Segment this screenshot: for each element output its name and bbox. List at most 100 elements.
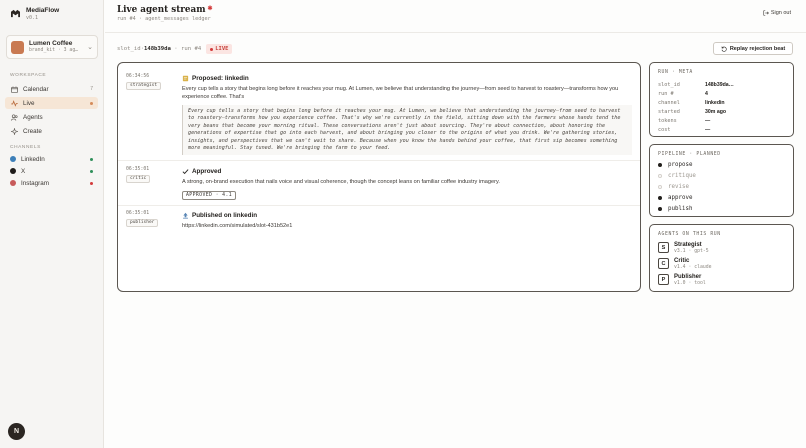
sidebar-item-label: Create — [23, 127, 42, 135]
page-subtitle: run #4 · agent_messages ledger — [117, 16, 211, 22]
entry-title: Published on linkedin — [192, 212, 258, 219]
pulse-icon — [10, 99, 18, 107]
live-label: LIVE — [215, 46, 229, 52]
sign-out-icon — [763, 10, 769, 16]
sparkle-icon — [10, 127, 18, 135]
project-switcher[interactable]: Lumen Coffee brand_kit · 3 ag… ⌄ — [6, 35, 98, 59]
stream-entry: 06:34:56 strategist Proposed: linkedin E… — [126, 74, 632, 160]
card-title: AGENTS ON THIS RUN — [658, 232, 721, 237]
replay-label: Replay rejection beat — [729, 45, 786, 52]
run-meta-card: RUN · META slot_id 148b39da… run # 4 chann… — [649, 62, 794, 137]
pipeline-step: revise — [658, 184, 689, 190]
brand-logo-icon — [11, 9, 20, 18]
channel-status-dot — [90, 169, 93, 173]
agent-version: v1.4 · claude — [674, 265, 712, 270]
active-indicator — [90, 101, 93, 105]
step-label: critique — [668, 173, 696, 179]
pipeline-step: approve — [658, 195, 692, 201]
calendar-count: 7 — [90, 86, 93, 92]
stream-entry: 06:35:01 critic Approved A strong, on-br… — [126, 167, 632, 207]
replay-rejection-button[interactable]: Replay rejection beat — [713, 42, 793, 55]
agent-item[interactable]: P Publisher v1.0 · tool — [658, 274, 785, 287]
workspace-label: WORKSPACE — [10, 73, 47, 78]
user-avatar[interactable]: N — [8, 423, 25, 440]
agent-name: Strategist — [674, 242, 702, 248]
entry-text: Every cup tells a story that begins long… — [182, 86, 619, 100]
step-label: revise — [668, 184, 689, 190]
pipeline-card: PIPELINE · PLANNED propose critique revi… — [649, 144, 794, 217]
meta-value: — — [705, 127, 711, 133]
agent-version: v1.0 · tool — [674, 281, 706, 286]
project-avatar — [11, 40, 24, 54]
entry-divider — [118, 160, 640, 161]
step-label: approve — [668, 195, 693, 201]
entry-time: 06:35:01 — [126, 211, 150, 216]
approved-badge: APPROVED · 4.1 — [182, 191, 237, 200]
agent-stream-panel: 06:34:56 strategist Proposed: linkedin E… — [117, 62, 641, 292]
sidebar-item-live[interactable]: Live — [5, 97, 98, 109]
stream-entry: 06:35:01 publisher Published on linkedin… — [126, 211, 632, 241]
step-done-icon — [658, 207, 662, 211]
sidebar-item-calendar[interactable]: Calendar 7 — [5, 83, 98, 95]
entry-divider — [118, 205, 640, 206]
meta-key: channel — [658, 100, 680, 106]
meta-row: started 30m ago — [658, 109, 785, 115]
slot-info: slot_id· 148b39da · run #4 LIVE — [117, 44, 233, 54]
sidebar-item-agents[interactable]: Agents — [5, 111, 98, 123]
sidebar-item-label: Calendar — [23, 85, 49, 93]
meta-row: tokens — — [658, 118, 785, 124]
pipeline-step: critique — [658, 173, 696, 179]
step-label: publish — [668, 206, 693, 212]
agent-tag: publisher — [126, 219, 159, 227]
live-badge: LIVE — [206, 44, 233, 54]
sign-out-button[interactable]: Sign out — [763, 10, 791, 16]
meta-key: slot_id — [658, 82, 680, 88]
agent-name: Publisher — [674, 274, 702, 280]
project-name: Lumen Coffee — [29, 40, 73, 47]
channel-item-linkedin[interactable]: LinkedIn — [5, 153, 98, 165]
project-subtitle: brand_kit · 3 ag… — [29, 48, 79, 53]
agent-initial: C — [658, 258, 669, 269]
agent-version: v3.1 · gpt-5 — [674, 249, 709, 254]
slot-prefix: slot_id· — [117, 46, 144, 52]
brand-name: MediaFlow — [26, 7, 60, 14]
entry-time: 06:35:01 — [126, 167, 150, 172]
slot-run: · run #4 — [174, 46, 202, 52]
sidebar: MediaFlow v0.1 Lumen Coffee brand_kit · … — [0, 0, 104, 448]
agents-icon — [10, 113, 18, 121]
page-title: Live agent stream ✱ — [117, 5, 213, 15]
check-icon — [182, 168, 189, 175]
meta-row: cost — — [658, 127, 785, 133]
agents-card: AGENTS ON THIS RUN S Strategist v3.1 · gp… — [649, 224, 794, 292]
published-link[interactable]: https://linkedin.com/simulated/slot-431b… — [182, 222, 632, 230]
agent-item[interactable]: S Strategist v3.1 · gpt-5 — [658, 242, 785, 255]
meta-row: channel linkedin — [658, 100, 785, 106]
meta-value: — — [705, 118, 711, 124]
channel-label: X — [21, 167, 26, 175]
step-done-icon — [658, 196, 662, 200]
channel-item-instagram[interactable]: Instagram — [5, 177, 98, 189]
instagram-icon — [10, 180, 16, 186]
pipeline-step: publish — [658, 206, 692, 212]
proposal-icon — [182, 75, 189, 82]
meta-value: 4 — [705, 91, 708, 97]
x-icon — [10, 168, 16, 174]
meta-key: run # — [658, 91, 674, 97]
channel-label: Instagram — [21, 179, 49, 187]
meta-value: 148b39da… — [705, 82, 734, 88]
agent-name: Critic — [674, 258, 690, 264]
calendar-icon — [10, 85, 18, 93]
meta-value: 30m ago — [705, 109, 727, 115]
pipeline-step: propose — [658, 162, 692, 168]
brand[interactable]: MediaFlow v0.1 — [10, 7, 59, 22]
publish-icon — [182, 212, 189, 219]
agent-item[interactable]: C Critic v1.4 · claude — [658, 258, 785, 271]
header-divider — [105, 32, 806, 33]
entry-time: 06:34:56 — [126, 74, 150, 79]
sidebar-item-create[interactable]: Create — [5, 125, 98, 137]
channel-item-x[interactable]: X — [5, 165, 98, 177]
live-dot-icon — [210, 47, 214, 51]
replay-icon — [721, 46, 727, 52]
step-done-icon — [658, 163, 662, 167]
step-pending-icon — [658, 185, 662, 189]
